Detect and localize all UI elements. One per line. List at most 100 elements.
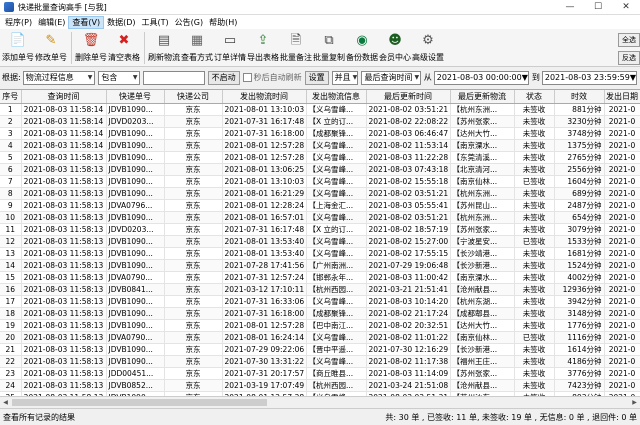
- scroll-left-icon[interactable]: ◀: [0, 397, 11, 408]
- table-row[interactable]: 11 2021-08-03 11:58:13 JDVD0203... 京东 2021-0…: [0, 223, 640, 236]
- table-cell: 2021-0: [604, 379, 640, 392]
- table-row[interactable]: 6 2021-08-03 11:58:13 JDVB1090... 京东 2021-08…: [0, 163, 640, 176]
- column-header-3[interactable]: 快递公司: [164, 90, 223, 104]
- menu-item-2[interactable]: 查看(V): [68, 15, 105, 29]
- toolbar-button-6[interactable]: ▤ 刷新物流: [148, 29, 180, 67]
- time-field-select[interactable]: 最后查询时间 ▼: [361, 70, 421, 85]
- menu-item-3[interactable]: 数据(D): [104, 16, 138, 29]
- table-row[interactable]: 17 2021-08-03 11:58:13 JDVB1090... 京东 2021-0…: [0, 295, 640, 308]
- table-row[interactable]: 20 2021-08-03 11:58:13 JDVA0790... 京东 2021-0…: [0, 331, 640, 344]
- table-cell: 3748分钟: [554, 127, 605, 140]
- column-header-10[interactable]: 发出日期: [604, 90, 640, 104]
- column-header-6[interactable]: 最后更新时间: [366, 90, 451, 104]
- column-header-1[interactable]: 查询时间: [21, 90, 107, 104]
- column-header-4[interactable]: 发出物流时间: [222, 90, 307, 104]
- table-row[interactable]: 14 2021-08-03 11:58:13 JDVB1090... 京东 2021-0…: [0, 259, 640, 272]
- toolbar-button-3[interactable]: 🗑 删除单号: [75, 29, 107, 67]
- table-row[interactable]: 4 2021-08-03 11:58:14 JDVB1090... 京东 2021-08…: [0, 139, 640, 152]
- table-cell: JDVB1090...: [106, 307, 165, 320]
- table-row[interactable]: 19 2021-08-03 11:58:13 JDVB1090... 京东 2021-0…: [0, 319, 640, 332]
- invert-selection-button[interactable]: 反选: [618, 51, 640, 65]
- window-title: 快递批量查询高手 [与我]: [18, 2, 107, 12]
- menu-item-4[interactable]: 工具(T): [139, 16, 172, 29]
- table-row[interactable]: 23 2021-08-03 11:58:13 JDD00451... 京东 2021-0…: [0, 367, 640, 380]
- table-row[interactable]: 18 2021-08-03 11:58:13 JDVB1090... 京东 2021-0…: [0, 307, 640, 320]
- select-all-button[interactable]: 全选: [618, 33, 640, 47]
- table-row[interactable]: 2 2021-08-03 11:58:14 JDVD0203... 京东 2021-07…: [0, 115, 640, 128]
- filter-field-select[interactable]: 物流过程信息 ▼: [22, 70, 96, 85]
- maximize-icon[interactable]: ☐: [584, 0, 612, 15]
- table-row[interactable]: 22 2021-08-03 11:58:13 JDVB1090... 京东 2021-0…: [0, 355, 640, 368]
- toolbar-button-0[interactable]: 📄 添加单号: [2, 29, 34, 67]
- table-row[interactable]: 16 2021-08-03 11:58:13 JDVB0841... 京东 2021-0…: [0, 283, 640, 296]
- menu-item-1[interactable]: 编辑(E): [35, 16, 68, 29]
- toolbar-button-12[interactable]: ◉ 备份数据: [346, 29, 378, 67]
- table-cell: 【义乌雪峰...: [306, 151, 367, 164]
- toolbar-button-7[interactable]: ▦ 查看方式: [181, 29, 213, 67]
- scroll-right-icon[interactable]: ▶: [629, 397, 640, 408]
- settings-button[interactable]: 设置: [304, 70, 329, 85]
- table-cell: 2021-0: [604, 259, 640, 272]
- toolbar-button-9[interactable]: ⇪ 导出表格: [247, 29, 279, 67]
- table-cell: 22: [0, 355, 22, 368]
- column-header-7[interactable]: 最后更新物流: [450, 90, 515, 104]
- table-cell: 未签收: [514, 259, 555, 272]
- column-header-0[interactable]: 序号: [0, 90, 22, 104]
- table-cell: 2021-07-31 12:57:24: [222, 271, 307, 284]
- logic-select[interactable]: 并且 ▼: [331, 70, 359, 85]
- toolbar-button-8[interactable]: ▭ 订单详情: [214, 29, 246, 67]
- column-header-8[interactable]: 状态: [514, 90, 555, 104]
- table-cell: 2021-07-30 13:31:22: [222, 355, 307, 368]
- horizontal-scrollbar[interactable]: ◀ ▶: [0, 396, 640, 407]
- toolbar-button-10[interactable]: 🗎 批量备注: [280, 29, 312, 67]
- to-date-input[interactable]: 2021-08-03 23:59:59 ▼: [541, 70, 637, 85]
- table-row[interactable]: 12 2021-08-03 11:58:13 JDVB1090... 京东 2021-0…: [0, 235, 640, 248]
- menu-item-0[interactable]: 程序(P): [2, 16, 35, 29]
- table-row[interactable]: 21 2021-08-03 11:58:13 JDVB1090... 京东 2021-0…: [0, 343, 640, 356]
- table-cell: 2021-07-31 20:17:57: [222, 367, 307, 380]
- minimize-icon[interactable]: —: [556, 0, 584, 15]
- column-header-9[interactable]: 时效: [554, 90, 605, 104]
- toolbar-button-11[interactable]: ⧉ 批量复制: [313, 29, 345, 67]
- filter-operator-select[interactable]: 包含 ▼: [98, 70, 141, 85]
- scroll-thumb[interactable]: [12, 399, 267, 406]
- table-cell: 【义乌雪峰...: [306, 235, 367, 248]
- table-cell: 2021-08-03 11:14:09: [366, 367, 451, 380]
- menu-item-5[interactable]: 公告(G): [172, 16, 206, 29]
- table-cell: 2021-0: [604, 295, 640, 308]
- column-header-5[interactable]: 发出物流信息: [306, 90, 367, 104]
- table-row[interactable]: 13 2021-08-03 11:58:13 JDVB1090... 京东 2021-0…: [0, 247, 640, 260]
- table-cell: 已签收: [514, 331, 555, 344]
- table-row[interactable]: 10 2021-08-03 11:58:13 JDVB1090... 京东 2021-0…: [0, 211, 640, 224]
- table-cell: 2021-08-01 16:21:29: [222, 187, 307, 200]
- table-cell: 【苏州张家...: [450, 223, 515, 236]
- toolbar-button-13[interactable]: ☻ 会员中心: [379, 29, 411, 67]
- table-cell: 2021-08-03 11:58:13: [21, 331, 107, 344]
- table-cell: 京东: [164, 283, 223, 296]
- table-row[interactable]: 15 2021-08-03 11:58:13 JDVA0790... 京东 2021-0…: [0, 271, 640, 284]
- toolbar-button-14[interactable]: ⚙ 高级设置: [412, 29, 444, 67]
- table-cell: 1533分钟: [554, 235, 605, 248]
- from-date-input[interactable]: 2021-08-03 00:00:00 ▼: [433, 70, 529, 85]
- table-cell: 9: [0, 199, 22, 212]
- table-cell: 京东: [164, 151, 223, 164]
- menu-item-6[interactable]: 帮助(H): [206, 16, 240, 29]
- auto-refresh-checkbox[interactable]: 秒后自动刷新: [242, 72, 302, 83]
- close-icon[interactable]: ✕: [612, 0, 640, 15]
- table-row[interactable]: 7 2021-08-03 11:58:13 JDVB1090... 京东 2021-08…: [0, 175, 640, 188]
- table-row[interactable]: 24 2021-08-03 11:58:13 JDVB0852... 京东 2021-0…: [0, 379, 640, 392]
- keyword-input[interactable]: [143, 70, 205, 85]
- column-header-2[interactable]: 快递单号: [106, 90, 165, 104]
- toolbar-button-4[interactable]: ✖ 清空表格: [108, 29, 140, 67]
- table-row[interactable]: 5 2021-08-03 11:58:13 JDVB1090... 京东 2021-08…: [0, 151, 640, 164]
- table-cell: 2021-0: [604, 151, 640, 164]
- table-row[interactable]: 9 2021-08-03 11:58:13 JDVA0796... 京东 2021-08…: [0, 199, 640, 212]
- disable-button[interactable]: 不启动: [207, 70, 240, 85]
- toolbar-button-1[interactable]: ✎ 修改单号: [35, 29, 67, 67]
- table-cell: 2021-0: [604, 211, 640, 224]
- table-cell: 京东: [164, 163, 223, 176]
- table-row[interactable]: 8 2021-08-03 11:58:13 JDVB1090... 京东 2021-08…: [0, 187, 640, 200]
- table-row[interactable]: 1 2021-08-03 11:58:14 JDVB1090... 京东 2021-08…: [0, 103, 640, 116]
- table-row[interactable]: 3 2021-08-03 11:58:14 JDVB1090... 京东 2021-07…: [0, 127, 640, 140]
- table-cell: 2021-08-02 17:55:15: [366, 247, 451, 260]
